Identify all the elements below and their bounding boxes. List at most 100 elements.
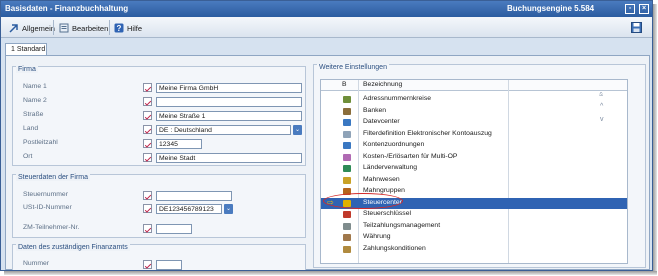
scroll-up-icon[interactable]: ^ xyxy=(600,103,603,110)
zm-label: ZM-Teilnehmer-Nr. xyxy=(23,224,80,231)
list-item[interactable]: Teilzahlungsmanagement xyxy=(321,221,627,233)
zm-field[interactable] xyxy=(156,224,192,234)
strasse-label: Straße xyxy=(23,111,44,118)
name1-checkbox[interactable] xyxy=(143,83,152,92)
zm-checkbox[interactable] xyxy=(143,224,152,233)
plz-field[interactable]: 12345 xyxy=(156,139,202,149)
weitere-group: Weitere Einstellungen B Bezeichnung Adre… xyxy=(313,64,646,268)
weitere-title: Weitere Einstellungen xyxy=(317,64,389,71)
toolbar: Allgemein Bearbeiten ? Hilfe xyxy=(1,17,652,38)
tab-standard[interactable]: 1 Standard xyxy=(5,43,47,55)
hilfe-menu[interactable]: ? Hilfe xyxy=(114,22,142,34)
list-item-icon xyxy=(343,96,351,103)
list-item[interactable]: Länderverwaltung xyxy=(321,163,627,175)
list-item[interactable]: Datevcenter xyxy=(321,117,627,129)
name1-field[interactable]: Meine Firma GmbH xyxy=(156,83,302,93)
plz-label: Postleitzahl xyxy=(23,139,58,146)
land-select[interactable]: DE : Deutschland xyxy=(156,125,291,135)
list-item-label: Kontenzuordnungen xyxy=(363,141,425,148)
list-item-icon xyxy=(343,142,351,149)
plz-checkbox[interactable] xyxy=(143,139,152,148)
list-item[interactable]: Kosten-/Erlösarten für Multi-OP xyxy=(321,152,627,164)
ustid-label: USt-ID-Nummer xyxy=(23,204,72,211)
svg-text:?: ? xyxy=(117,24,122,33)
window-title: Basisdaten - Finanzbuchhaltung xyxy=(5,4,129,13)
list-item[interactable]: Filterdefinition Elektronischer Kontoaus… xyxy=(321,129,627,141)
list-header: B Bezeichnung xyxy=(321,80,627,91)
scroll-down-icon[interactable]: v xyxy=(600,116,604,123)
steuernummer-checkbox[interactable] xyxy=(143,191,152,200)
list-item[interactable]: Steuerschlüssel xyxy=(321,209,627,221)
arrow-icon xyxy=(9,24,18,33)
scroll-top-icon[interactable]: ⩯ xyxy=(599,92,603,100)
land-label: Land xyxy=(23,125,39,132)
nummer-label: Nummer xyxy=(23,260,50,267)
list-item-label: Kosten-/Erlösarten für Multi-OP xyxy=(363,152,458,160)
name1-label: Name 1 xyxy=(23,83,47,90)
name2-field[interactable] xyxy=(156,97,302,107)
column-bezeichnung[interactable]: Bezeichnung xyxy=(363,81,402,88)
allgemein-label: Allgemein xyxy=(22,23,55,33)
nummer-checkbox[interactable] xyxy=(143,260,152,269)
ort-checkbox[interactable] xyxy=(143,153,152,162)
land-checkbox[interactable] xyxy=(143,125,152,134)
toolbar-divider xyxy=(109,20,110,35)
settings-list[interactable]: B Bezeichnung Adressnummernkreise Banken D… xyxy=(320,79,628,264)
list-item-label: Steuerschlüssel xyxy=(363,210,411,217)
list-item-icon xyxy=(343,165,351,172)
list-item-label: Teilzahlungsmanagement xyxy=(363,221,441,229)
list-item-icon xyxy=(343,107,351,115)
list-item[interactable]: Mahnwesen xyxy=(321,175,627,187)
name2-checkbox[interactable] xyxy=(143,97,152,106)
list-item-icon xyxy=(343,119,351,126)
steuer-title: Steuerdaten der Firma xyxy=(16,174,91,181)
name2-label: Name 2 xyxy=(23,97,47,104)
window-shadow xyxy=(4,271,657,275)
bearbeiten-menu[interactable]: Bearbeiten xyxy=(59,22,108,34)
list-item-label: Adressnummernkreise xyxy=(363,95,431,102)
list-item-label: Zahlungskonditionen xyxy=(363,244,426,252)
firma-group: Firma Name 1 Meine Firma GmbH Name 2 Str… xyxy=(12,66,306,166)
list-item[interactable]: Kontenzuordnungen xyxy=(321,140,627,152)
nummer-field[interactable] xyxy=(156,260,182,270)
list-item-icon xyxy=(343,130,351,138)
list-item-label: Datevcenter xyxy=(363,118,400,125)
list-item[interactable]: Währung xyxy=(321,232,627,244)
list-item-icon xyxy=(343,245,351,253)
list-item-label: Länderverwaltung xyxy=(363,164,418,171)
save-icon[interactable] xyxy=(631,22,642,33)
strasse-field[interactable]: Meine Straße 1 xyxy=(156,111,302,121)
title-bar: Basisdaten - Finanzbuchhaltung Buchungse… xyxy=(1,1,652,17)
list-item-label: Banken xyxy=(363,106,387,114)
close-icon[interactable]: × xyxy=(639,4,649,14)
steuernummer-field[interactable] xyxy=(156,191,232,201)
finanzamt-title: Daten des zuständigen Finanzamts xyxy=(16,244,130,251)
ustid-checkbox[interactable] xyxy=(143,204,152,213)
allgemein-menu[interactable]: Allgemein xyxy=(9,22,55,34)
restore-icon[interactable]: ▫ xyxy=(625,4,635,14)
engine-version: Buchungsengine 5.584 xyxy=(507,4,595,13)
list-item[interactable]: Zahlungskonditionen xyxy=(321,244,627,256)
list-item-icon xyxy=(343,211,351,218)
finanzamt-group: Daten des zuständigen Finanzamts Nummer xyxy=(12,244,306,270)
highlight-ellipse xyxy=(323,193,403,209)
firma-title: Firma xyxy=(16,66,38,73)
column-b[interactable]: B xyxy=(342,81,347,88)
edit-icon xyxy=(59,23,69,33)
ort-field[interactable]: Meine Stadt xyxy=(156,153,302,163)
list-item-icon xyxy=(343,176,351,184)
list-item[interactable]: Banken xyxy=(321,106,627,118)
window-shadow xyxy=(653,4,657,275)
ustid-field[interactable]: DE123456789123 xyxy=(156,204,222,214)
list-item-label: Filterdefinition Elektronischer Kontoaus… xyxy=(363,129,492,137)
chevron-down-icon[interactable]: ⌄ xyxy=(224,204,233,214)
steuer-group: Steuerdaten der Firma Steuernummer USt-I… xyxy=(12,174,306,238)
help-icon: ? xyxy=(114,23,124,33)
chevron-down-icon[interactable]: ⌄ xyxy=(293,125,302,135)
strasse-checkbox[interactable] xyxy=(143,111,152,120)
list-item-label: Währung xyxy=(363,233,391,240)
ort-label: Ort xyxy=(23,153,33,160)
steuernummer-label: Steuernummer xyxy=(23,191,68,198)
list-item[interactable]: Adressnummernkreise xyxy=(321,94,627,106)
list-item-label: Mahnwesen xyxy=(363,175,400,183)
